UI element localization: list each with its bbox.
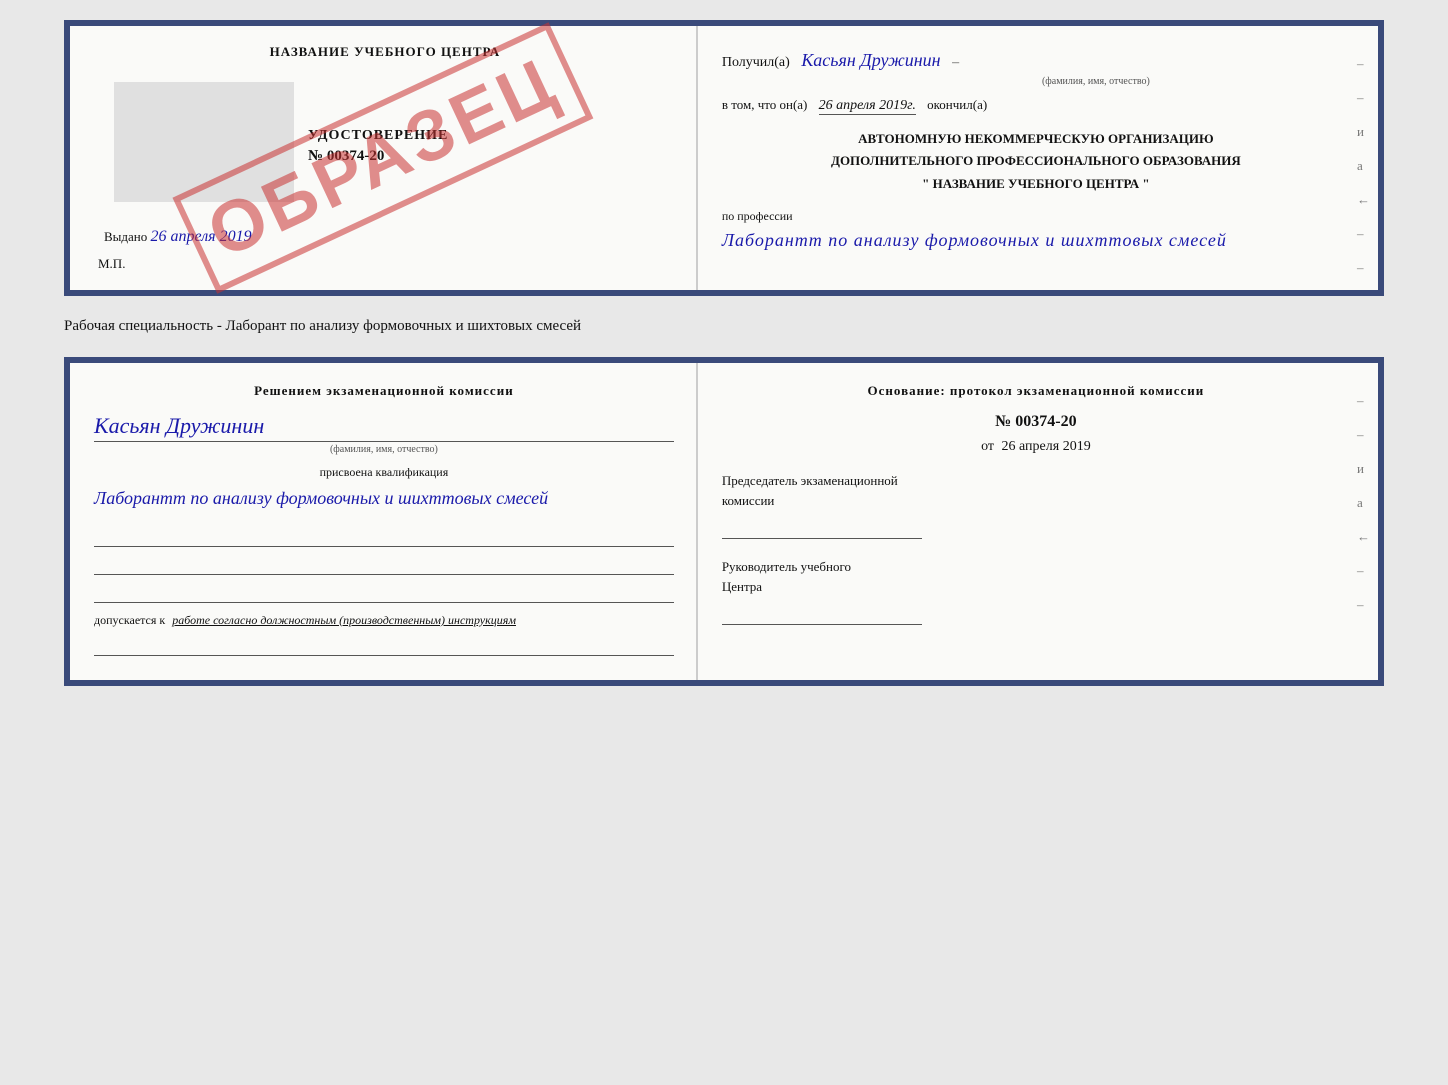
bot-edge-char-1: –: [1357, 393, 1370, 409]
cert-mid-row: УДОСТОВЕРЕНИЕ № 00374-20: [94, 74, 676, 210]
bottom-certificate: Решением экзаменационной комиссии Касьян…: [64, 357, 1384, 686]
bot-edge-char-7: –: [1357, 597, 1370, 613]
vydano-date: 26 апреля 2019: [151, 228, 252, 245]
resheniem-title: Решением экзаменационной комиссии: [94, 383, 674, 399]
ot-prefix: от: [981, 439, 994, 454]
vtom-date: 26 апреля 2019г.: [819, 98, 916, 115]
photo-placeholder: [114, 82, 294, 202]
po-professii-label: по профессии: [722, 209, 1350, 224]
bottom-name: Касьян Дружинин: [94, 413, 674, 442]
top-center-name: НАЗВАНИЕ УЧЕБНОГО ЦЕНТРА: [94, 44, 676, 60]
edge-char-2: –: [1357, 90, 1370, 106]
bot-edge-char-2: –: [1357, 427, 1370, 443]
edge-char-4: а: [1357, 158, 1370, 174]
udost-number: № 00374-20: [308, 148, 448, 165]
prisvoena-label: присвоена квалификация: [94, 465, 674, 480]
rukovoditel-sign-line: [722, 603, 922, 625]
edge-char-6: –: [1357, 226, 1370, 242]
poluchil-line: Получил(а) Касьян Дружинин –: [722, 44, 1350, 76]
dopusk-prefix: допускается к: [94, 613, 165, 627]
mp-line: М.П.: [94, 256, 676, 272]
avtonom-line2: ДОПОЛНИТЕЛЬНОГО ПРОФЕССИОНАЛЬНОГО ОБРАЗО…: [722, 150, 1350, 172]
edge-char-7: –: [1357, 260, 1370, 276]
professiya-name: Лаборантт по анализу формовочных и шихтт…: [722, 226, 1350, 255]
bottom-cert-left: Решением экзаменационной комиссии Касьян…: [70, 363, 698, 680]
edge-char-1: –: [1357, 56, 1370, 72]
protocol-number: № 00374-20: [722, 413, 1350, 431]
sign-line-2: [94, 553, 674, 575]
dopuskaetsya-text: допускается к работе согласно должностны…: [94, 613, 674, 628]
bottom-lines: [94, 525, 674, 603]
udost-label-block: УДОСТОВЕРЕНИЕ № 00374-20: [308, 128, 448, 165]
okonchil: окончил(а): [927, 97, 987, 112]
specialty-text: Рабочая специальность - Лаборант по анал…: [64, 314, 1384, 339]
poluchil-prefix: Получил(а): [722, 55, 790, 70]
top-cert-right: Получил(а) Касьян Дружинин – (фамилия, и…: [698, 26, 1378, 290]
predsedatel-label-2: комиссии: [722, 493, 1350, 509]
sign-line-3: [94, 581, 674, 603]
bot-edge-char-6: –: [1357, 563, 1370, 579]
edge-char-3: и: [1357, 124, 1370, 140]
top-cert-left: НАЗВАНИЕ УЧЕБНОГО ЦЕНТРА УДОСТОВЕРЕНИЕ №…: [70, 26, 698, 290]
avtonom-line3: " НАЗВАНИЕ УЧЕБНОГО ЦЕНТРА ": [722, 173, 1350, 195]
kvalif-name: Лаборантт по анализу формовочных и шихтт…: [94, 484, 674, 513]
predsedatel-sign-line: [722, 517, 922, 539]
top-certificate: НАЗВАНИЕ УЧЕБНОГО ЦЕНТРА УДОСТОВЕРЕНИЕ №…: [64, 20, 1384, 296]
ot-date-value: 26 апреля 2019: [1002, 439, 1091, 454]
rukovoditel-label-1: Руководитель учебного: [722, 559, 1350, 575]
bot-edge-char-3: и: [1357, 461, 1370, 477]
predsedatel-label-1: Председатель экзаменационной: [722, 473, 1350, 489]
bottom-right-side-lines: – – и а ← – –: [1357, 393, 1370, 613]
bot-edge-char-4: а: [1357, 495, 1370, 511]
dopusk-italic: работе согласно должностным (производств…: [172, 613, 516, 627]
udost-label: УДОСТОВЕРЕНИЕ: [308, 128, 448, 144]
vtom-line: в том, что он(а) 26 апреля 2019г. окончи…: [722, 97, 1350, 114]
dopusk-sign-line: [94, 634, 674, 656]
poluchil-name: Касьян Дружинин: [801, 50, 940, 70]
sign-line-1: [94, 525, 674, 547]
vydano-prefix: Выдано: [104, 229, 147, 244]
avtonom-line1: АВТОНОМНУЮ НЕКОММЕРЧЕСКУЮ ОРГАНИЗАЦИЮ: [722, 128, 1350, 150]
osnovanie-title: Основание: протокол экзаменационной коми…: [722, 383, 1350, 399]
edge-char-5: ←: [1357, 192, 1370, 208]
ot-date: от 26 апреля 2019: [722, 439, 1350, 455]
bot-edge-char-5: ←: [1357, 529, 1370, 545]
right-side-lines: – – и а ← – –: [1357, 56, 1370, 276]
poluchil-sub: (фамилия, имя, отчество): [842, 76, 1350, 87]
familiya-sub: (фамилия, имя, отчество): [94, 444, 674, 455]
rukovoditel-label-2: Центра: [722, 579, 1350, 595]
vydano-line: Выдано 26 апреля 2019: [94, 228, 676, 246]
bottom-cert-right: Основание: протокол экзаменационной коми…: [698, 363, 1378, 680]
vtom-prefix: в том, что он(а): [722, 97, 808, 112]
avtonom-block: АВТОНОМНУЮ НЕКОММЕРЧЕСКУЮ ОРГАНИЗАЦИЮ ДО…: [722, 128, 1350, 194]
